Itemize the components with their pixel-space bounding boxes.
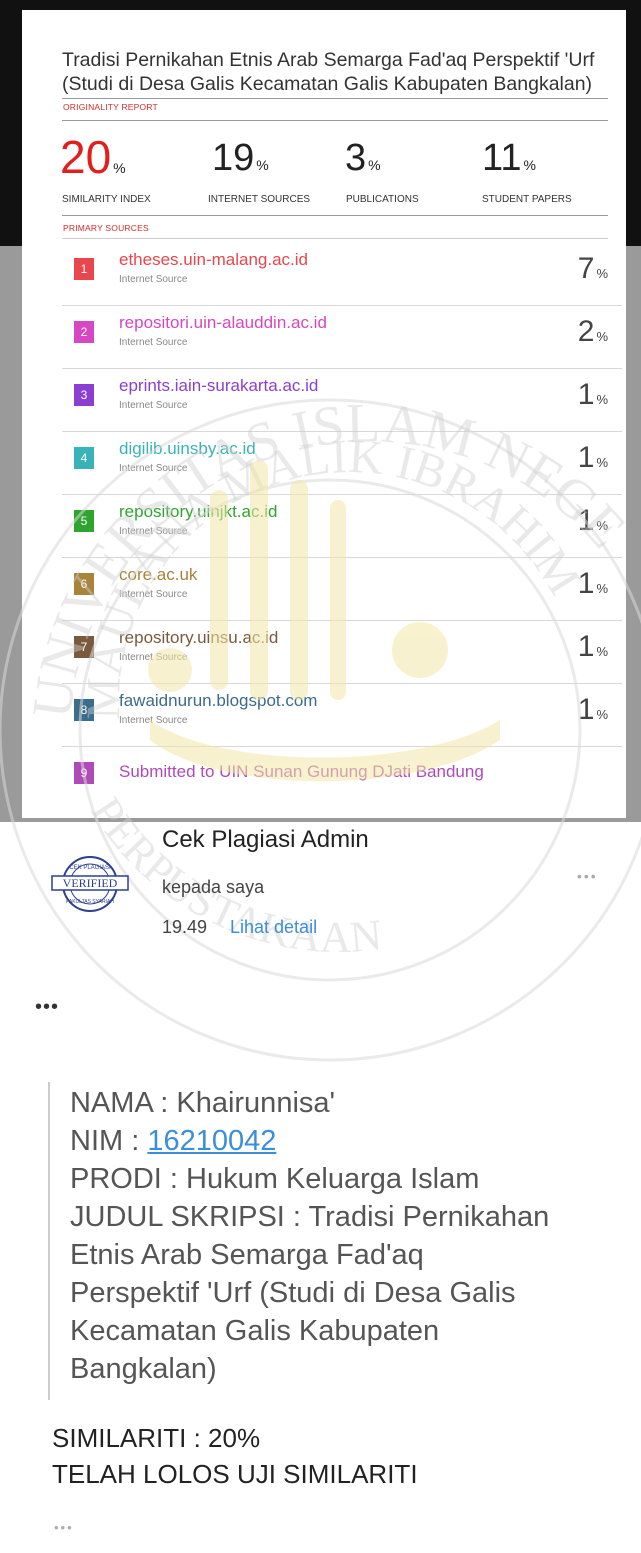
source-name[interactable]: Submitted to UIN Sunan Gunung DJati Band… (119, 762, 484, 782)
svg-text:FAKULTAS SYARIAH: FAKULTAS SYARIAH (66, 899, 114, 905)
judul-line: Perspektif 'Urf (Studi di Desa Galis (70, 1277, 516, 1309)
verified-badge-avatar: CEK PLAGIASI VERIFIED FAKULTAS SYARIAH (51, 856, 129, 912)
similarity-result-line: SIMILARITI : 20% (52, 1423, 261, 1453)
source-percentage: 1% (577, 630, 608, 663)
similarity-result: SIMILARITI : 20% TELAH LOLOS UJI SIMILAR… (52, 1420, 418, 1492)
nama-line: NAMA : Khairunnisa' (70, 1087, 336, 1119)
source-percentage: 2% (577, 315, 608, 348)
publications-label: PUBLICATIONS (346, 194, 419, 205)
judul-line: JUDUL SKRIPSI : Tradisi Pernikahan (70, 1201, 550, 1233)
source-number-badge: 9 (74, 762, 94, 784)
source-row[interactable]: 6 core.ac.uk Internet Source 1% (62, 557, 622, 621)
recipient-label: kepada saya (162, 877, 265, 897)
source-type: Internet Source (119, 337, 188, 348)
source-type: Internet Source (119, 526, 188, 537)
source-row[interactable]: 7 repository.uinsu.ac.id Internet Source 1% (62, 620, 622, 684)
source-type: Internet Source (119, 274, 188, 285)
source-number-badge: 7 (74, 636, 94, 658)
similarity-index-label: SIMILARITY INDEX (62, 194, 151, 205)
source-percentage: 1% (577, 504, 608, 537)
svg-text:CEK PLAGIASI: CEK PLAGIASI (69, 865, 111, 871)
source-name[interactable]: repository.uinjkt.ac.id (119, 502, 277, 522)
divider (62, 215, 608, 216)
source-name[interactable]: core.ac.uk (119, 565, 197, 585)
judul-line: Etnis Arab Semarga Fad'aq (70, 1239, 424, 1271)
source-name[interactable]: repository.uinsu.ac.id (119, 628, 278, 648)
source-number-badge: 1 (74, 258, 94, 280)
source-percentage: 7% (577, 252, 608, 285)
judul-line: Kecamatan Galis Kabupaten (70, 1315, 440, 1347)
nim-line: NIM : 16210042 (70, 1122, 630, 1160)
source-number-badge: 2 (74, 321, 94, 343)
source-number-badge: 3 (74, 384, 94, 406)
judul-line: Bangkalan) (70, 1353, 217, 1385)
sender-name: Cek Plagiasi Admin (162, 826, 369, 853)
source-name[interactable]: digilib.uinsby.ac.id (119, 439, 256, 459)
source-number-badge: 6 (74, 573, 94, 595)
internet-sources-label: INTERNET SOURCES (208, 194, 311, 205)
source-number-badge: 5 (74, 510, 94, 532)
internet-sources-value: 19% (212, 137, 269, 179)
quoted-message: NAMA : Khairunnisa' NIM : 16210042 PRODI… (70, 1084, 630, 1388)
show-quoted-text-icon[interactable]: ••• (35, 996, 59, 1019)
similarity-result-line: TELAH LOLOS UJI SIMILARITI (52, 1459, 418, 1489)
source-type: Internet Source (119, 400, 188, 411)
source-name[interactable]: fawaidnurun.blogspot.com (119, 691, 317, 711)
source-name[interactable]: repositori.uin-alauddin.ac.id (119, 313, 327, 333)
divider (62, 238, 608, 239)
email-time: 19.49 (162, 917, 208, 937)
source-type: Internet Source (119, 652, 188, 663)
student-papers-label: STUDENT PAPERS (482, 194, 572, 205)
source-type: Internet Source (119, 463, 188, 474)
source-row[interactable]: 3 eprints.iain-surakarta.ac.id Internet So… (62, 368, 622, 432)
source-percentage: 1% (577, 378, 608, 411)
originality-report: Tradisi Pernikahan Etnis Arab Semarga Fa… (22, 10, 626, 818)
prodi-line: PRODI : Hukum Keluarga Islam (70, 1163, 480, 1195)
nim-label: NIM : (70, 1125, 148, 1157)
view-details-link[interactable]: Lihat detail (230, 917, 317, 938)
originality-report-label: ORIGINALITY REPORT (63, 102, 158, 112)
source-row[interactable]: 4 digilib.uinsby.ac.id Internet Source 1% (62, 431, 622, 495)
similarity-index-value: 20% (60, 131, 126, 183)
document-title-line: Tradisi Pernikahan Etnis Arab Semarga Fa… (62, 49, 595, 71)
source-name[interactable]: etheses.uin-malang.ac.id (119, 250, 308, 270)
source-percentage: 1% (577, 693, 608, 726)
more-options-icon[interactable]: ••• (577, 868, 598, 884)
source-type: Internet Source (119, 715, 188, 726)
document-title: Tradisi Pernikahan Etnis Arab Semarga Fa… (62, 48, 622, 96)
source-name[interactable]: eprints.iain-surakarta.ac.id (119, 376, 318, 396)
source-row[interactable]: 1 etheses.uin-malang.ac.id Internet Source… (62, 242, 622, 306)
source-row[interactable]: 8 fawaidnurun.blogspot.com Internet Source… (62, 683, 622, 747)
divider (62, 98, 608, 99)
primary-sources-label: PRIMARY SOURCES (63, 223, 149, 233)
source-percentage: 1% (577, 567, 608, 600)
more-content-icon[interactable]: ••• (54, 1520, 74, 1535)
divider (62, 120, 608, 121)
source-type: Internet Source (119, 589, 188, 600)
source-row[interactable]: 2 repositori.uin-alauddin.ac.id Internet S… (62, 305, 622, 369)
document-title-line: (Studi di Desa Galis Kecamatan Galis Kab… (62, 73, 593, 95)
source-row[interactable]: 9 Submitted to UIN Sunan Gunung DJati Ban… (62, 746, 622, 810)
source-number-badge: 4 (74, 447, 94, 469)
student-papers-value: 11% (482, 137, 536, 179)
source-number-badge: 8 (74, 699, 94, 721)
source-percentage: 1% (577, 441, 608, 474)
source-row[interactable]: 5 repository.uinjkt.ac.id Internet Source 1… (62, 494, 622, 558)
svg-text:VERIFIED: VERIFIED (63, 876, 118, 890)
quote-bar (48, 1082, 50, 1400)
nim-link[interactable]: 16210042 (147, 1125, 276, 1157)
publications-value: 3% (345, 137, 381, 179)
